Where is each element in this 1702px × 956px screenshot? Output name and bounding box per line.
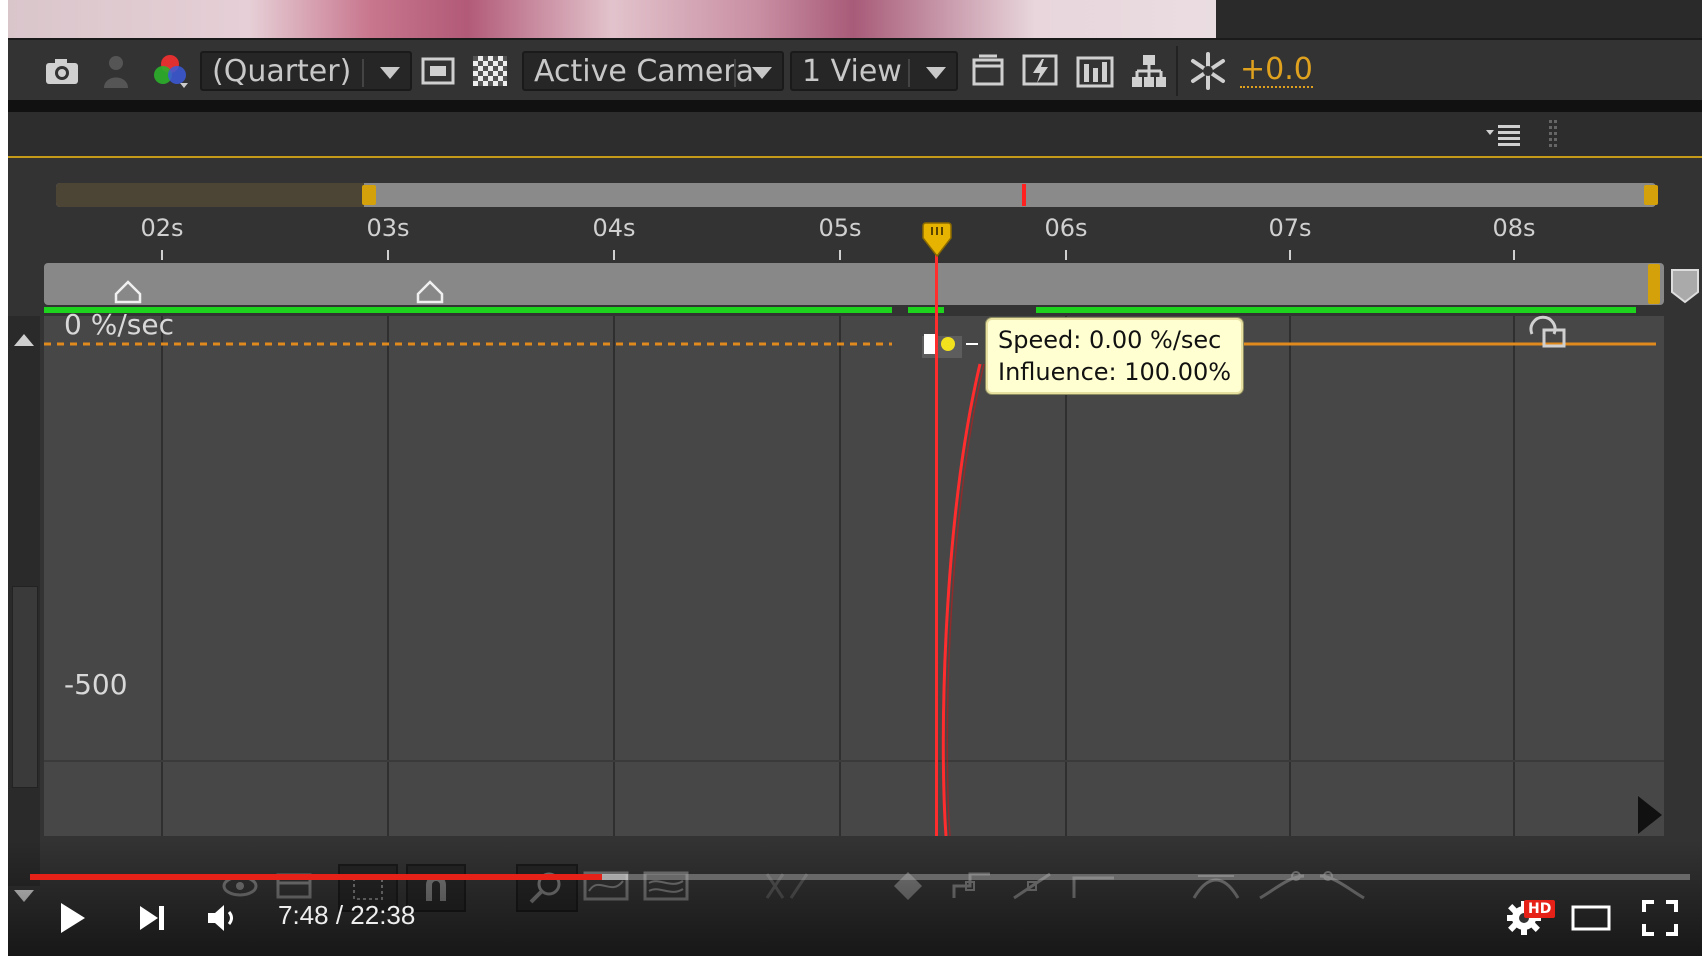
toggle-pixel-aspect-icon[interactable] (968, 51, 1008, 91)
work-area-end-handle[interactable] (1644, 185, 1658, 205)
video-preview-dark (1216, 0, 1702, 38)
camera-view-dropdown[interactable]: Active Camera (522, 51, 784, 91)
resolution-dropdown[interactable]: (Quarter) (200, 51, 412, 91)
video-frame[interactable]: (Quarter) Active Camera 1 View +0.0 02s … (8, 0, 1702, 956)
time-tick-label: 03s (366, 214, 410, 242)
work-area-indicator (44, 307, 1664, 313)
work-area-unused (56, 183, 364, 207)
graph-vertical-scroll[interactable] (8, 316, 40, 902)
marker-icon[interactable] (114, 280, 142, 304)
fast-preview-icon[interactable] (1020, 51, 1062, 91)
graph-top-label: 0 %/sec (64, 308, 174, 341)
layer-duration-bar (44, 263, 1664, 305)
progress-played (30, 874, 603, 880)
chevron-down-icon (752, 67, 772, 79)
time-tick-label: 05s (818, 214, 862, 242)
panel-grip-icon[interactable] (1548, 118, 1558, 152)
playhead-icon[interactable] (921, 222, 953, 258)
keyframe-tooltip: Speed: 0.00 %/sec Influence: 100.00% (986, 318, 1244, 394)
tooltip-speed: Speed: 0.00 %/sec (998, 326, 1222, 354)
theater-mode-icon[interactable] (1568, 896, 1614, 940)
work-area-bar[interactable] (56, 183, 1658, 207)
snapshot-icon[interactable] (1528, 314, 1568, 350)
graph-editor-header (8, 112, 1702, 156)
scroll-right-icon[interactable] (1634, 792, 1666, 838)
time-display: 7:48 / 22:38 (278, 900, 416, 930)
chevron-down-icon (380, 67, 400, 79)
time-tick (161, 250, 163, 260)
volume-icon[interactable] (202, 896, 246, 940)
camera-view-value: Active Camera (534, 53, 755, 89)
scroll-up-icon[interactable] (14, 334, 34, 346)
hd-badge: HD (1524, 900, 1556, 918)
user-icon[interactable] (100, 51, 132, 91)
progress-bar[interactable] (30, 874, 1690, 880)
exposure-value-text: +0.0 (1240, 52, 1313, 88)
toolbar-divider (1176, 46, 1178, 96)
resolution-value: (Quarter) (212, 53, 352, 89)
channels-icon[interactable] (148, 51, 192, 91)
time-tick (1289, 250, 1291, 260)
flowchart-icon[interactable] (1128, 51, 1170, 91)
player-controls-shade (8, 840, 1702, 956)
influence-handle[interactable] (941, 337, 955, 351)
time-tick-label: 08s (1492, 214, 1536, 242)
time-tick (387, 250, 389, 260)
fullscreen-icon[interactable] (1638, 896, 1682, 940)
panel-menu-icon[interactable] (1484, 122, 1524, 146)
marker-icon[interactable] (416, 280, 444, 304)
exposure-icon[interactable] (1186, 51, 1230, 91)
time-tick-label: 06s (1044, 214, 1088, 242)
camera-icon[interactable] (42, 51, 82, 91)
time-tick-label: 02s (140, 214, 184, 242)
speed-curve (941, 363, 982, 836)
transparency-grid-icon[interactable] (470, 51, 510, 91)
view-layout-value: 1 View (802, 53, 902, 89)
time-tick (839, 250, 841, 260)
comp-marker-well-icon[interactable] (1670, 268, 1700, 304)
current-time-mark (1022, 184, 1026, 206)
time-tick-label: 07s (1268, 214, 1312, 242)
time-tick (1065, 250, 1067, 260)
composition-toolbar: (Quarter) Active Camera 1 View +0.0 (8, 38, 1702, 100)
panel-divider (8, 100, 1702, 112)
time-tick (613, 250, 615, 260)
layer-out-handle[interactable] (1648, 264, 1660, 304)
work-area-start-handle[interactable] (362, 185, 376, 205)
tooltip-influence: Influence: 100.00% (998, 358, 1232, 386)
graph-lower-label: -500 (64, 668, 128, 701)
video-preview-strip (8, 0, 1216, 38)
scroll-thumb[interactable] (12, 586, 38, 788)
playhead-line (935, 232, 938, 836)
time-tick-label: 04s (592, 214, 636, 242)
next-icon[interactable] (132, 896, 172, 940)
play-icon[interactable] (52, 896, 92, 940)
time-tick (1513, 250, 1515, 260)
view-layout-dropdown[interactable]: 1 View (790, 51, 958, 91)
chevron-down-icon (926, 67, 946, 79)
speed-curve-layer (44, 334, 1656, 836)
exposure-value[interactable]: +0.0 (1240, 51, 1313, 91)
speed-graph[interactable] (44, 316, 1664, 836)
timeline-icon[interactable] (1074, 51, 1116, 91)
region-of-interest-icon[interactable] (418, 51, 458, 91)
